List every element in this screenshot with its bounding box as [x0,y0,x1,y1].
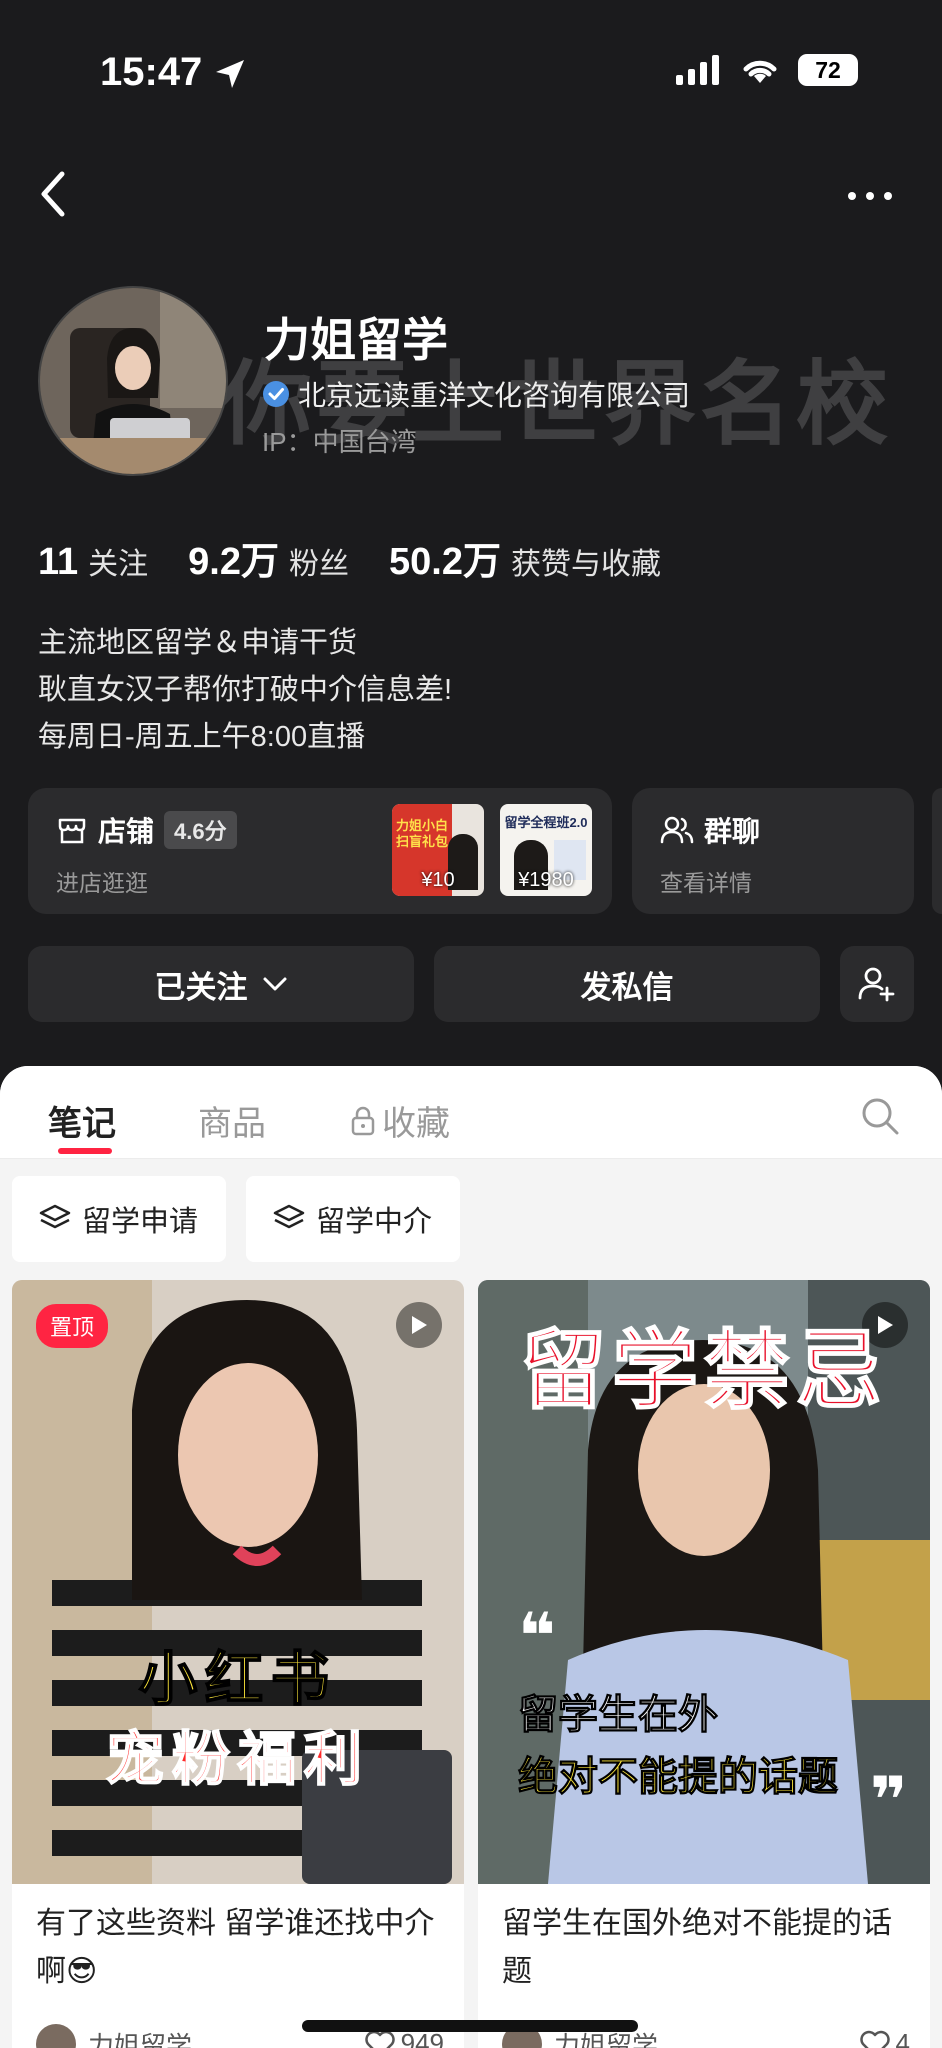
heart-icon [364,2030,395,2048]
note-title[interactable]: 有了这些资料 留学谁还找中介啊😎 [36,1900,446,1996]
video-play-icon [396,1302,442,1348]
note-title[interactable]: 留学生在国外绝对不能提的话题 [502,1900,912,1996]
product-thumb[interactable]: 力姐小白 扫盲礼包 ¥10 [392,804,484,896]
profile-tabs: 笔记 商品 收藏 [0,1066,942,1159]
search-icon [862,1098,899,1135]
shop-rating: 4.6分 [164,811,237,849]
wifi-icon [743,60,777,83]
profile-bio: 主流地区留学＆申请干货 耿直女汉子帮你打破中介信息差! 每周日-周五上午8:00… [38,620,452,761]
product-price: ¥10 [421,869,455,891]
tab-collections[interactable]: 收藏 [350,1096,450,1145]
note-author[interactable]: 力姐留学 [36,2024,192,2048]
group-title: 群聊 [704,816,761,847]
content-sheet: 笔记 商品 收藏 留学申请 留学中介 置顶 小红书 宠粉福利 有了这些资料 留学… [0,1066,942,2048]
shop-card[interactable]: 店铺 4.6分 进店逛逛 力姐小白 扫盲礼包 ¥10 留学全程班2.0 ¥198… [28,788,612,914]
search-button[interactable] [860,1096,900,1141]
layers-icon [273,1204,305,1229]
group-subtitle: 查看详情 [660,870,752,896]
ip-location: IP：中国台湾 [262,427,417,457]
thumbnail-headline: 留学禁忌 [519,1322,888,1420]
add-user-icon [858,967,895,1002]
home-indicator [302,2020,638,2032]
quote-open-icon: ❝ [518,1600,556,1672]
next-card-peek[interactable] [932,788,942,914]
profile-name: 力姐留学 [264,314,448,366]
bio-line: 主流地区留学＆申请干货 [38,627,358,659]
group-chat-card[interactable]: 群聊 查看详情 [632,788,914,914]
note-thumbnail[interactable]: 留学禁忌 ❝ 留学生在外 绝对不能提的话题 ❞ [478,1280,930,1884]
thumbnail-caption: 绝对不能提的话题 [518,1755,839,1800]
heart-icon [859,2030,890,2048]
cellular-signal-icon [676,55,719,85]
note-thumbnail[interactable]: 置顶 小红书 宠粉福利 [12,1280,464,1884]
status-icons: 72 [676,54,858,86]
layers-icon [39,1204,71,1229]
thumbnail-caption: 留学生在外 [518,1693,719,1738]
back-button[interactable] [36,170,70,223]
author-avatar [36,2024,76,2048]
quote-close-icon: ❞ [870,1764,908,1836]
location-arrow-icon [214,58,246,95]
profile-stats: 11 关注 9.2万 粉丝 50.2万 获赞与收藏 [38,530,661,585]
add-friend-button[interactable] [840,946,914,1022]
message-button[interactable]: 发私信 [434,946,820,1022]
bio-line: 耿直女汉子帮你打破中介信息差! [38,674,453,706]
chevron-down-icon [263,977,286,991]
more-options-icon[interactable] [848,192,892,200]
chevron-left-icon [41,171,65,217]
status-time: 15:47 [100,50,203,94]
thumbnail-caption: 宠粉福利 [105,1726,370,1793]
filter-chip[interactable]: 留学中介 [246,1176,460,1262]
verified-company: 北京远读重洋文化咨询有限公司 [262,374,690,414]
product-price: ¥1980 [518,869,574,891]
note-card[interactable]: 留学禁忌 ❝ 留学生在外 绝对不能提的话题 ❞ 留学生在国外绝对不能提的话题 力… [478,1280,930,2048]
following-button[interactable]: 已关注 [28,946,414,1022]
stat-followers[interactable]: 9.2万 粉丝 [188,530,349,585]
company-name: 北京远读重洋文化咨询有限公司 [298,380,691,411]
product-thumb[interactable]: 留学全程班2.0 ¥1980 [500,804,592,896]
thumbnail-caption: 小红书 [138,1646,337,1713]
like-button[interactable]: 4 [859,2028,910,2048]
store-icon [58,818,86,844]
lock-icon [351,1106,375,1135]
filter-chip[interactable]: 留学申请 [12,1176,226,1262]
pinned-badge: 置顶 [36,1304,109,1348]
group-chat-icon [660,816,694,844]
stat-following[interactable]: 11 关注 [38,539,148,584]
bio-line: 每周日-周五上午8:00直播 [38,721,366,753]
active-tab-indicator [58,1148,112,1154]
shop-title: 店铺 [98,816,155,847]
note-card[interactable]: 置顶 小红书 宠粉福利 有了这些资料 留学谁还找中介啊😎 力姐留学 949 [12,1280,464,2048]
like-count: 4 [895,2028,910,2048]
tab-products[interactable]: 商品 [198,1096,266,1145]
verified-badge-icon [263,381,289,407]
stat-likes-collections[interactable]: 50.2万 获赞与收藏 [389,530,661,585]
avatar[interactable] [38,286,228,476]
shop-subtitle: 进店逛逛 [56,870,148,896]
battery-indicator: 72 [798,54,858,86]
tab-notes[interactable]: 笔记 [48,1096,116,1145]
